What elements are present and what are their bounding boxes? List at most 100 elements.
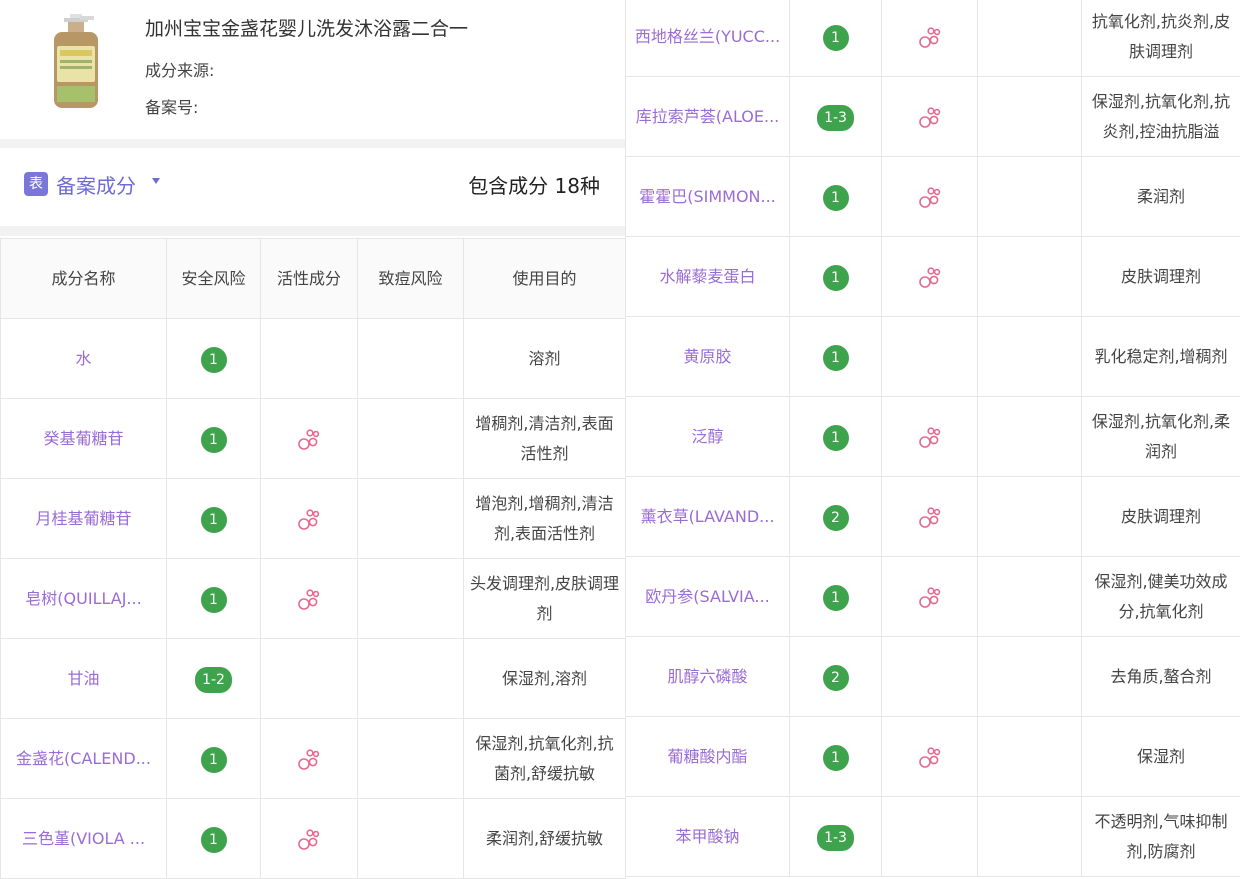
ingredient-name-cell[interactable]: 肌醇六磷酸: [626, 637, 790, 717]
bubbles-icon: [917, 424, 943, 450]
table-row[interactable]: 霍霍巴(SIMMON... 1 柔润剂: [626, 157, 1240, 237]
ingredient-name-link[interactable]: 霍霍巴(SIMMON...: [639, 187, 776, 206]
active-ingredient-cell: [882, 0, 978, 77]
risk-badge: 1: [201, 507, 227, 533]
ingredient-name-cell[interactable]: 金盏花(CALEND...: [1, 719, 167, 799]
table-row[interactable]: 癸基葡糖苷1增稠剂,清洁剂,表面活性剂: [1, 399, 626, 479]
ingredient-name-cell[interactable]: 皂树(QUILLAJ...: [1, 559, 167, 639]
ingredient-name-link[interactable]: 水: [75, 349, 91, 368]
table-row[interactable]: 薰衣草(LAVAND...2皮肤调理剂: [626, 477, 1240, 557]
table-row[interactable]: 水1溶剂: [1, 319, 626, 399]
ingredient-name-cell[interactable]: 水解藜麦蛋白: [626, 237, 790, 317]
ingredient-name-link[interactable]: 皂树(QUILLAJ...: [25, 589, 141, 608]
ingredient-name-link[interactable]: 金盏花(CALEND...: [16, 749, 151, 768]
risk-badge: 1: [823, 265, 849, 291]
ingredient-name-cell[interactable]: 甘油: [1, 639, 167, 719]
ingredient-name-cell[interactable]: 霍霍巴(SIMMON...: [626, 157, 790, 237]
risk-badge: 1: [201, 587, 227, 613]
ingredient-source-label: 成分来源:: [145, 57, 214, 81]
bubbles-icon: [917, 264, 943, 290]
ingredient-name-link[interactable]: 月桂基葡糖苷: [35, 509, 131, 528]
table-row[interactable]: 皂树(QUILLAJ...1头发调理剂,皮肤调理剂: [1, 559, 626, 639]
safety-risk-cell: 1: [790, 0, 882, 77]
table-row[interactable]: 西地格丝兰(YUCC... 1 抗氧化剂,抗炎剂,皮肤调理剂: [626, 0, 1240, 77]
purpose-cell: 抗氧化剂,抗炎剂,皮肤调理剂: [1082, 0, 1240, 77]
table-row[interactable]: 黄原胶1乳化稳定剂,增稠剂: [626, 317, 1240, 397]
risk-badge: 1: [823, 345, 849, 371]
ingredient-name-link[interactable]: 泛醇: [691, 427, 723, 446]
ingredients-table-left: 成分名称 安全风险 活性成分 致痘风险 使用目的 水1溶剂癸基葡糖苷1增稠剂,清…: [0, 238, 626, 879]
ingredient-name-cell[interactable]: 月桂基葡糖苷: [1, 479, 167, 559]
purpose-cell: 保湿剂,健美功效成分,抗氧化剂: [1082, 557, 1240, 637]
acne-risk-cell: [358, 559, 464, 639]
table-row[interactable]: 库拉索芦荟(ALOE... 1-3 保湿剂,抗氧化剂,抗炎剂,控油抗脂溢: [626, 77, 1240, 157]
table-row[interactable]: 欧丹参(SALVIA... 1 保湿剂,健美功效成分,抗氧化剂: [626, 557, 1240, 637]
ingredient-name-link[interactable]: 西地格丝兰(YUCC...: [635, 27, 780, 46]
ingredient-name-cell[interactable]: 西地格丝兰(YUCC...: [626, 0, 790, 77]
ingredient-name-link[interactable]: 库拉索芦荟(ALOE...: [636, 107, 780, 126]
ingredient-name-cell[interactable]: 欧丹参(SALVIA...: [626, 557, 790, 637]
ingredient-name-cell[interactable]: 水: [1, 319, 167, 399]
bubbles-icon: [296, 426, 322, 452]
header-purpose: 使用目的: [464, 239, 626, 319]
table-row[interactable]: 苯甲酸钠 1-3 不透明剂,气味抑制剂,防腐剂: [626, 797, 1240, 877]
product-title: 加州宝宝金盏花婴儿洗发沐浴露二合一: [145, 14, 468, 41]
ingredient-name-cell[interactable]: 黄原胶: [626, 317, 790, 397]
safety-risk-cell: 1: [167, 799, 261, 879]
ingredient-name-link[interactable]: 葡糖酸内酯: [667, 747, 747, 766]
table-row[interactable]: 水解藜麦蛋白1皮肤调理剂: [626, 237, 1240, 317]
safety-risk-cell: 1-3: [790, 797, 882, 877]
header-name: 成分名称: [1, 239, 167, 319]
table-row[interactable]: 葡糖酸内酯1保湿剂: [626, 717, 1240, 797]
table-header-row: 成分名称 安全风险 活性成分 致痘风险 使用目的: [1, 239, 626, 319]
safety-risk-cell: 1: [790, 317, 882, 397]
ingredient-name-link[interactable]: 欧丹参(SALVIA...: [645, 587, 769, 606]
safety-risk-cell: 1: [790, 557, 882, 637]
table-row[interactable]: 月桂基葡糖苷1增泡剂,增稠剂,清洁剂,表面活性剂: [1, 479, 626, 559]
safety-risk-cell: 1-2: [167, 639, 261, 719]
table-row[interactable]: 甘油1-2保湿剂,溶剂: [1, 639, 626, 719]
acne-risk-cell: [358, 319, 464, 399]
filed-ingredients-dropdown[interactable]: 备案成分: [56, 170, 136, 199]
ingredient-name-cell[interactable]: 薰衣草(LAVAND...: [626, 477, 790, 557]
caret-down-icon[interactable]: [152, 178, 160, 184]
ingredient-name-link[interactable]: 癸基葡糖苷: [43, 429, 123, 448]
ingredient-name-cell[interactable]: 苯甲酸钠: [626, 797, 790, 877]
ingredient-name-link[interactable]: 甘油: [67, 669, 99, 688]
risk-badge: 1: [823, 185, 849, 211]
purpose-cell: 不透明剂,气味抑制剂,防腐剂: [1082, 797, 1240, 877]
purpose-cell: 保湿剂,抗氧化剂,抗炎剂,控油抗脂溢: [1082, 77, 1240, 157]
acne-risk-cell: [978, 637, 1082, 717]
purpose-cell: 柔润剂: [1082, 157, 1240, 237]
ingredient-name-link[interactable]: 水解藜麦蛋白: [659, 267, 755, 286]
acne-risk-cell: [978, 237, 1082, 317]
ingredient-name-cell[interactable]: 葡糖酸内酯: [626, 717, 790, 797]
ingredient-name-cell[interactable]: 库拉索芦荟(ALOE...: [626, 77, 790, 157]
safety-risk-cell: 1-3: [790, 77, 882, 157]
risk-badge: 2: [823, 665, 849, 691]
ingredient-name-cell[interactable]: 泛醇: [626, 397, 790, 477]
ingredient-name-link[interactable]: 薰衣草(LAVAND...: [641, 507, 775, 526]
active-ingredient-cell: [261, 319, 358, 399]
table-row[interactable]: 泛醇1保湿剂,抗氧化剂,柔润剂: [626, 397, 1240, 477]
active-ingredient-cell: [261, 399, 358, 479]
purpose-cell: 柔润剂,舒缓抗敏: [464, 799, 626, 879]
ingredient-name-link[interactable]: 肌醇六磷酸: [667, 667, 747, 686]
bubbles-icon: [917, 504, 943, 530]
table-row[interactable]: 三色堇(VIOLA ... 1 柔润剂,舒缓抗敏: [1, 799, 626, 879]
ingredient-name-link[interactable]: 苯甲酸钠: [675, 827, 739, 846]
table-row[interactable]: 肌醇六磷酸2去角质,螯合剂: [626, 637, 1240, 717]
risk-badge: 1: [201, 827, 227, 853]
ingredient-name-cell[interactable]: 三色堇(VIOLA ...: [1, 799, 167, 879]
risk-badge: 1: [823, 585, 849, 611]
table-row[interactable]: 金盏花(CALEND...1保湿剂,抗氧化剂,抗菌剂,舒缓抗敏: [1, 719, 626, 799]
ingredient-name-link[interactable]: 三色堇(VIOLA ...: [22, 829, 145, 848]
record-number-label: 备案号:: [145, 94, 198, 118]
safety-risk-cell: 1: [790, 157, 882, 237]
acne-risk-cell: [978, 397, 1082, 477]
ingredient-name-cell[interactable]: 癸基葡糖苷: [1, 399, 167, 479]
active-ingredient-cell: [261, 799, 358, 879]
risk-badge: 2: [823, 505, 849, 531]
ingredient-name-link[interactable]: 黄原胶: [683, 347, 731, 366]
active-ingredient-cell: [882, 557, 978, 637]
